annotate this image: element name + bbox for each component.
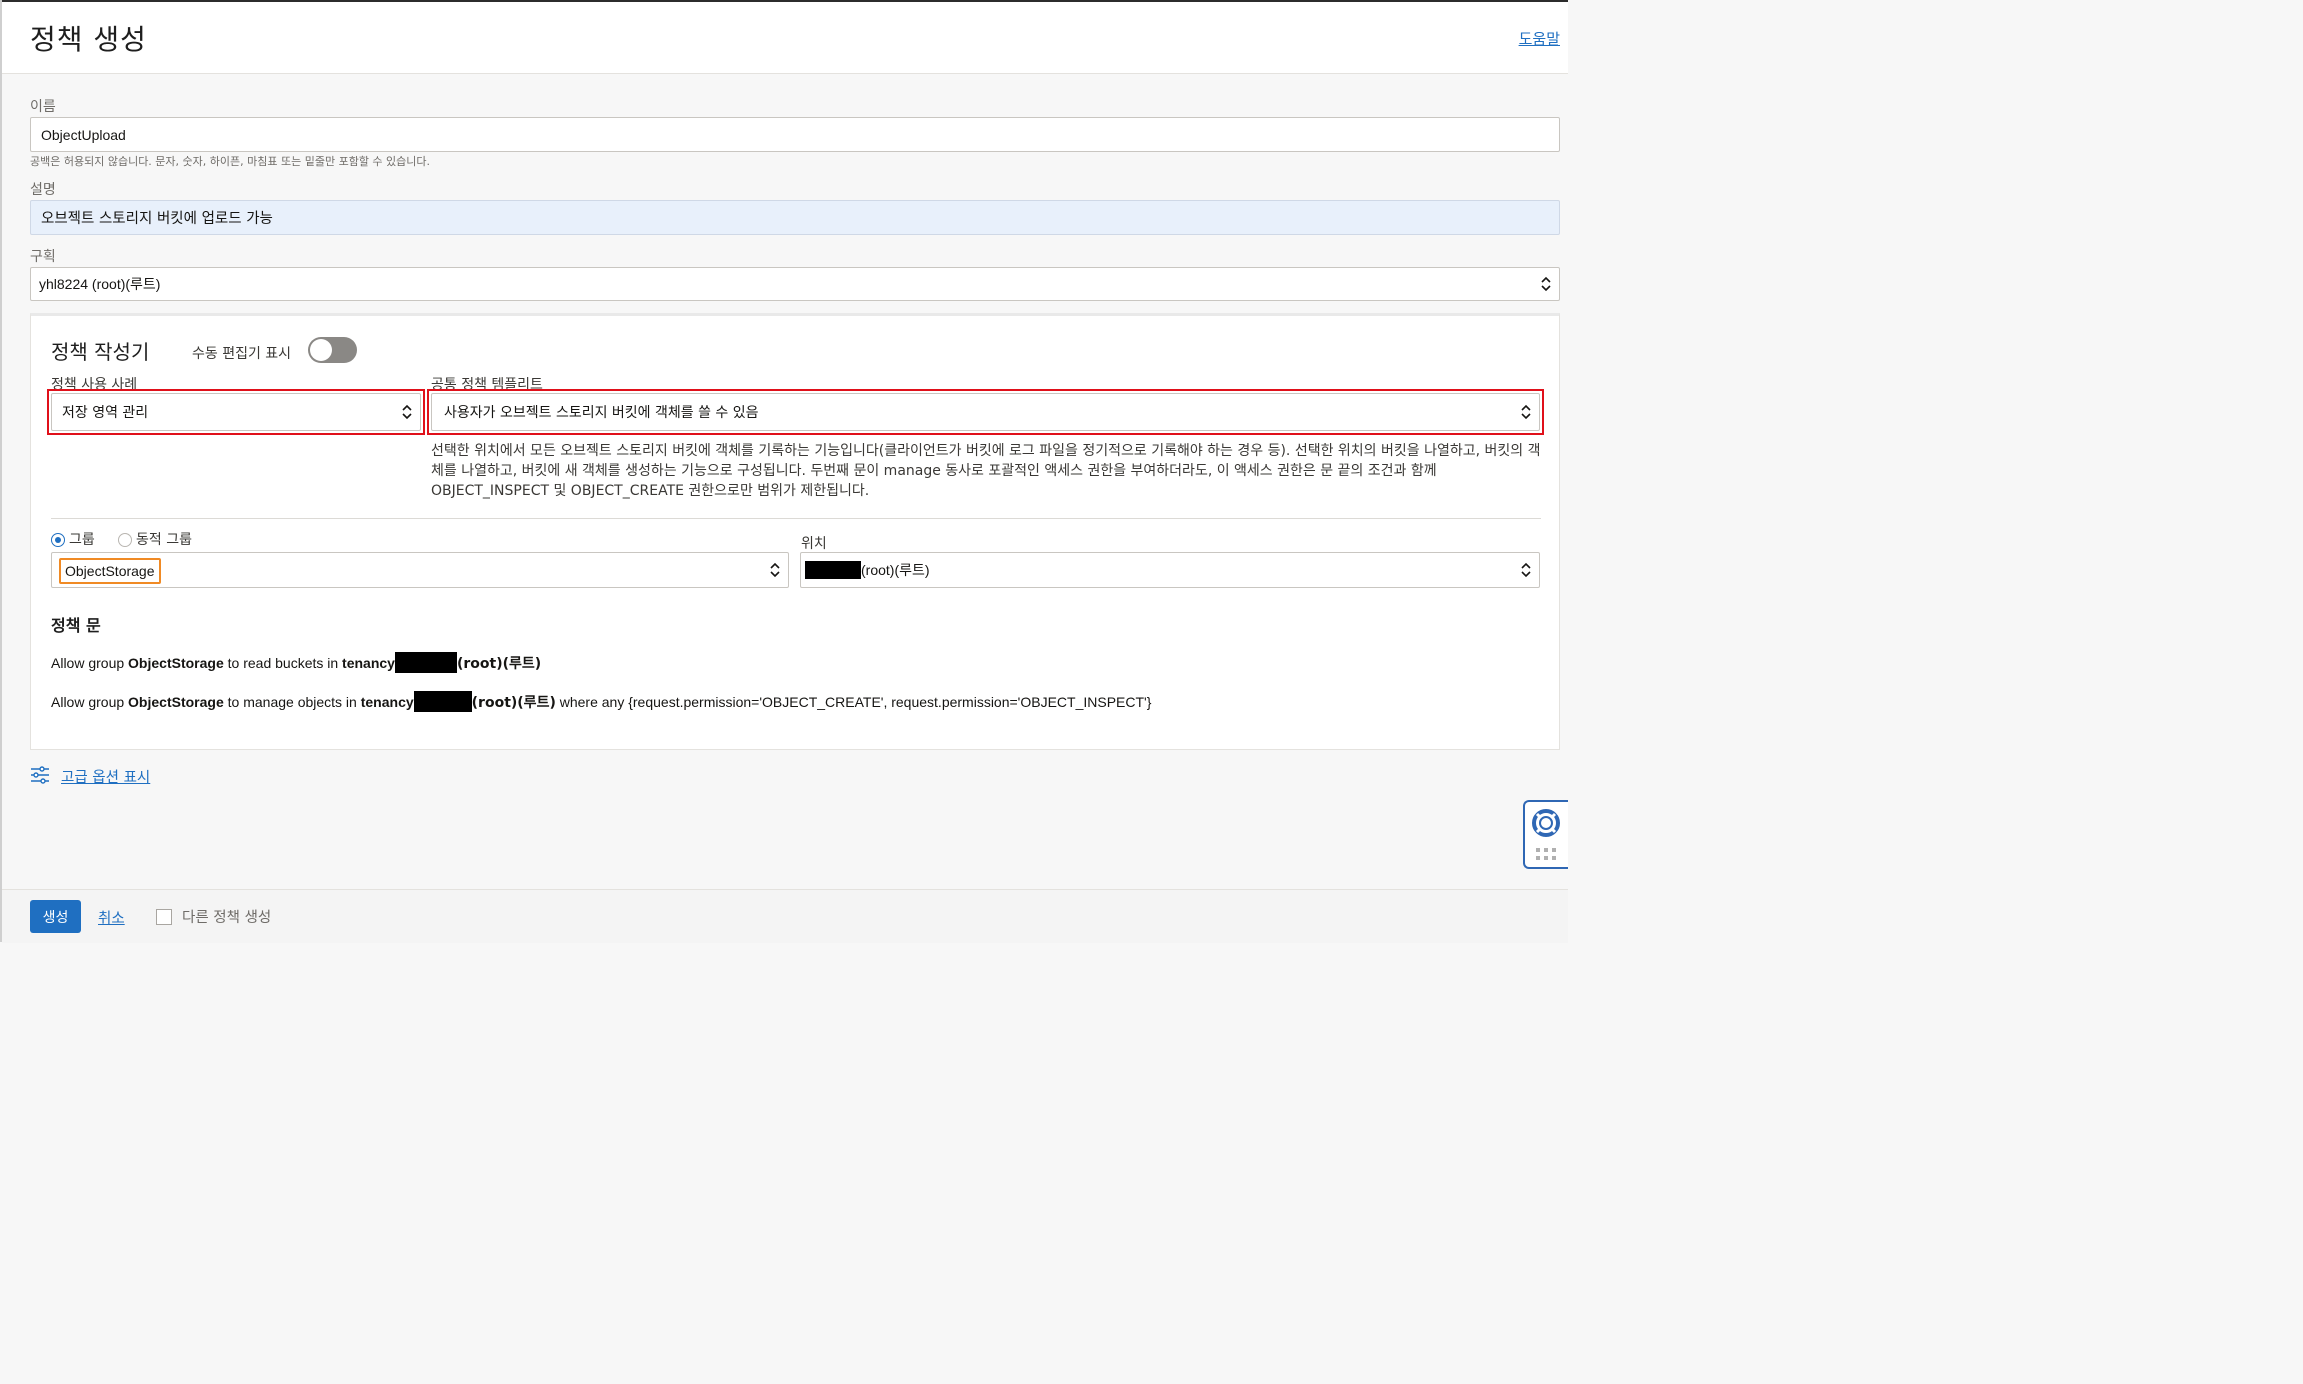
chevron-up-down-icon bbox=[770, 562, 780, 578]
stmt1-tenancy: tenancy bbox=[342, 654, 395, 671]
lifebuoy-icon bbox=[1531, 808, 1561, 842]
stmt1-group: ObjectStorage bbox=[128, 654, 224, 671]
stmt2-condition: where any {request.permission='OBJECT_CR… bbox=[559, 693, 1152, 710]
redacted-block bbox=[394, 652, 457, 673]
redacted-block bbox=[413, 691, 472, 712]
group-radio[interactable] bbox=[51, 533, 65, 547]
group-select[interactable]: ObjectStorage bbox=[51, 552, 789, 588]
left-edge bbox=[0, 0, 2, 942]
sliders-icon[interactable] bbox=[30, 765, 50, 785]
cancel-link[interactable]: 취소 bbox=[98, 907, 125, 928]
chevron-up-down-icon bbox=[1521, 562, 1531, 578]
location-value: (root)(루트) bbox=[861, 562, 930, 578]
policy-statement-1: Allow group ObjectStorage to read bucket… bbox=[51, 652, 541, 673]
use-case-value: 저장 영역 관리 bbox=[62, 405, 149, 421]
page-header: 정책 생성 도움말 bbox=[2, 2, 1568, 74]
policy-statement-2: Allow group ObjectStorage to manage obje… bbox=[51, 691, 1151, 712]
template-select[interactable]: 사용자가 오브젝트 스토리지 버킷에 객체를 쓸 수 있음 bbox=[431, 393, 1540, 431]
page-title: 정책 생성 bbox=[30, 23, 147, 56]
toggle-knob bbox=[310, 339, 332, 361]
create-another-label: 다른 정책 생성 bbox=[182, 910, 272, 926]
manual-editor-toggle[interactable] bbox=[308, 337, 357, 363]
group-radio-label: 그룹 bbox=[69, 532, 95, 548]
stmt1-middle: to read buckets in bbox=[227, 654, 339, 671]
stmt1-root: (root)(루트) bbox=[456, 655, 542, 672]
location-label: 위치 bbox=[801, 536, 827, 552]
stmt1-allow: Allow group bbox=[51, 654, 125, 671]
manual-editor-label: 수동 편집기 표시 bbox=[192, 346, 292, 362]
help-link[interactable]: 도움말 bbox=[1519, 28, 1560, 49]
create-button[interactable]: 생성 bbox=[30, 900, 81, 933]
compartment-value: yhl8224 (root)(루트) bbox=[39, 276, 161, 292]
compartment-select[interactable]: yhl8224 (root)(루트) bbox=[30, 267, 1560, 301]
footer-bar: 생성 취소 다른 정책 생성 bbox=[2, 889, 1568, 943]
group-value: ObjectStorage bbox=[59, 558, 161, 584]
name-hint: 공백은 허용되지 않습니다. 문자, 숫자, 하이픈, 마침표 또는 밑줄만 포… bbox=[30, 155, 431, 168]
name-input-value: ObjectUpload bbox=[41, 126, 126, 143]
dynamic-group-radio[interactable] bbox=[118, 533, 132, 547]
policy-builder-title: 정책 작성기 bbox=[51, 340, 150, 364]
chevron-up-down-icon bbox=[402, 404, 412, 420]
template-value: 사용자가 오브젝트 스토리지 버킷에 객체를 쓸 수 있음 bbox=[444, 405, 759, 421]
compartment-label: 구획 bbox=[30, 249, 56, 265]
redacted-block bbox=[805, 561, 861, 579]
description-input[interactable]: 오브젝트 스토리지 버킷에 업로드 가능 bbox=[30, 200, 1560, 235]
divider bbox=[51, 518, 1541, 519]
stmt2-group: ObjectStorage bbox=[128, 693, 224, 710]
dynamic-group-radio-label: 동적 그룹 bbox=[136, 532, 192, 548]
location-select[interactable]: (root)(루트) bbox=[800, 552, 1540, 588]
show-advanced-options-link[interactable]: 고급 옵션 표시 bbox=[61, 766, 150, 787]
policy-statements-title: 정책 문 bbox=[51, 616, 101, 635]
template-description: 선택한 위치에서 모든 오브젝트 스토리지 버킷에 객체를 기록하는 기능입니다… bbox=[431, 443, 1541, 499]
name-input[interactable]: ObjectUpload bbox=[30, 117, 1560, 152]
description-input-value: 오브젝트 스토리지 버킷에 업로드 가능 bbox=[41, 211, 273, 227]
policy-builder-panel: 정책 작성기 수동 편집기 표시 정책 사용 사례 저장 영역 관리 공통 정책… bbox=[30, 313, 1560, 750]
description-label: 설명 bbox=[30, 182, 56, 198]
stmt2-middle: to manage objects in bbox=[227, 693, 357, 710]
stmt2-root: (root)(루트) bbox=[471, 694, 556, 711]
chevron-up-down-icon bbox=[1521, 404, 1531, 420]
stmt2-tenancy: tenancy bbox=[360, 693, 414, 710]
help-widget[interactable] bbox=[1523, 800, 1568, 869]
create-another-checkbox[interactable] bbox=[156, 909, 172, 925]
grip-dots-icon[interactable] bbox=[1536, 847, 1558, 866]
stmt2-allow: Allow group bbox=[51, 693, 125, 710]
use-case-select[interactable]: 저장 영역 관리 bbox=[51, 393, 421, 431]
chevron-up-down-icon bbox=[1541, 276, 1551, 292]
name-label: 이름 bbox=[30, 99, 56, 115]
